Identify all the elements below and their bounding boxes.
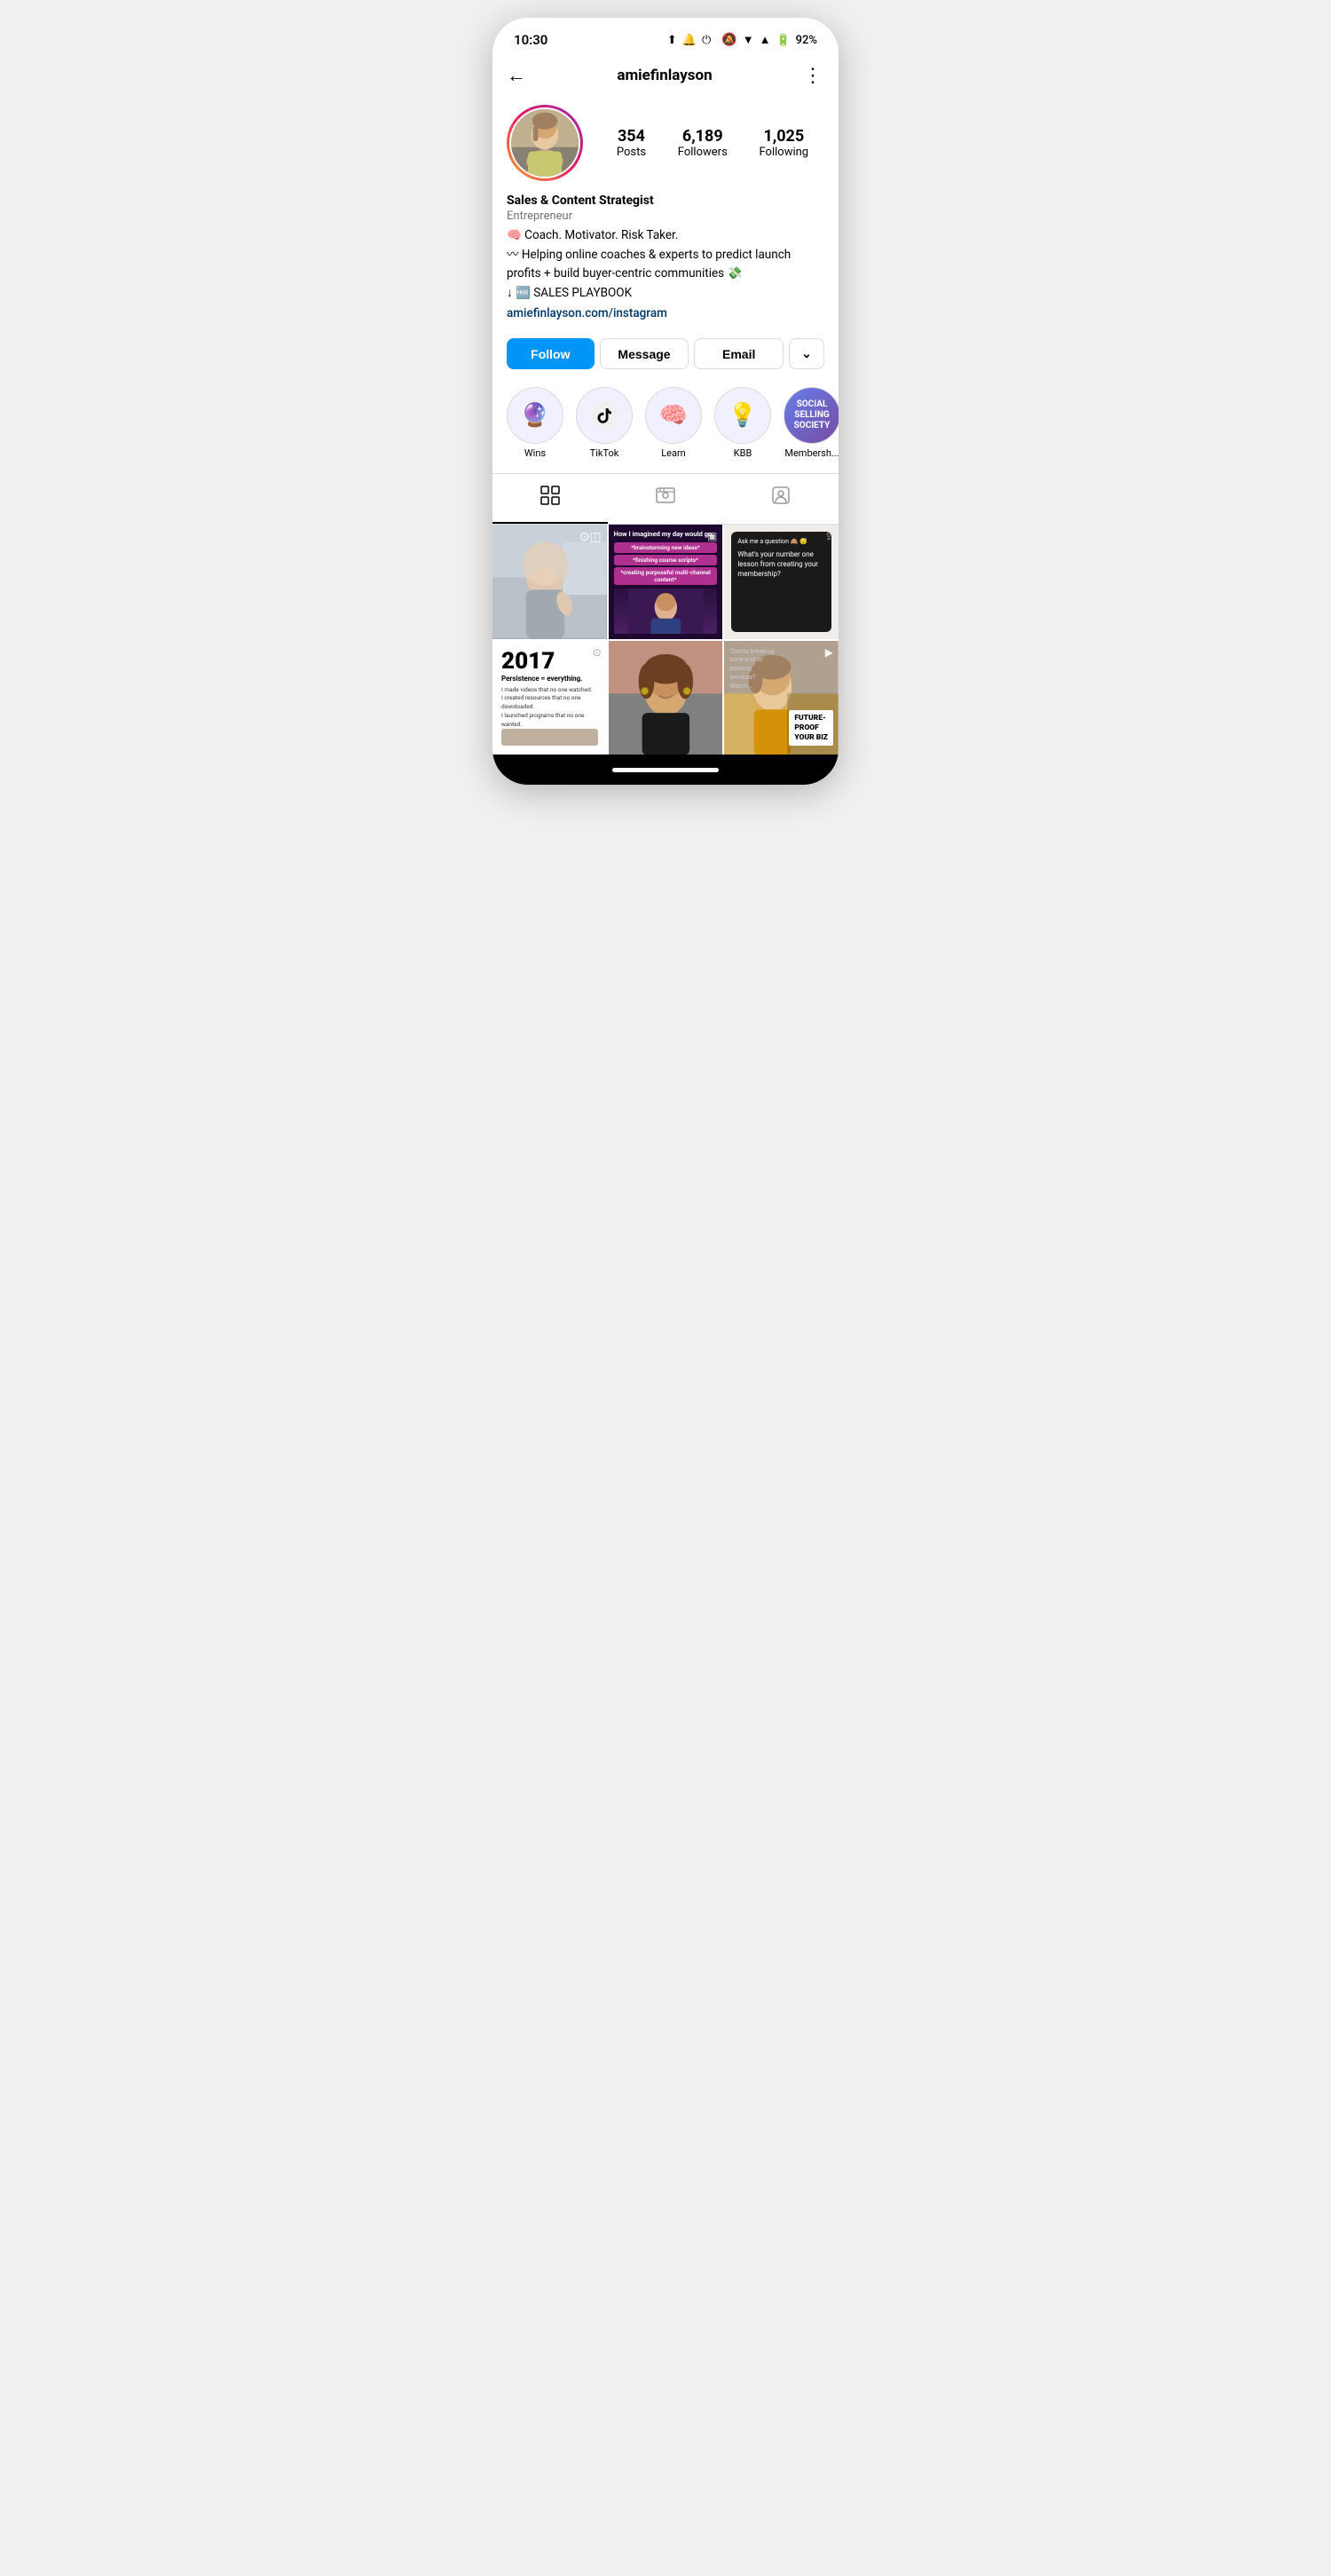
battery-level: 92% <box>796 34 817 47</box>
bio-line1: 🧠 Coach. Motivator. Risk Taker. <box>507 226 824 244</box>
highlight-tiktok-label: TikTok <box>590 447 619 459</box>
status-time: 10:30 <box>514 32 547 48</box>
highlight-learn-circle: 🧠 <box>645 387 702 444</box>
grid-item-5[interactable] <box>609 641 723 755</box>
tab-reels[interactable] <box>608 474 723 524</box>
post6-clients-text: Clients breaking contracts or pausing se… <box>729 648 778 691</box>
bio-line3: ↓ 🆓 SALES PLAYBOOK <box>507 284 824 302</box>
profile-stats: 354 Posts 6,189 Followers 1,025 Followin… <box>601 127 824 159</box>
grid-item-6[interactable]: Clients breaking contracts or pausing se… <box>724 641 839 755</box>
highlight-tiktok[interactable]: TikTok <box>576 387 633 459</box>
reels-icon <box>655 485 676 511</box>
status-bar: 10:30 ⬆ 🔔 ⏻ 🔕 ▼ ▲ 🔋 92% <box>492 18 839 57</box>
bell-icon: 🔔 <box>682 34 697 47</box>
power-icon: ⏻ <box>702 34 711 47</box>
grid-item-4[interactable]: 2017 Persistence = everything. I made vi… <box>492 641 607 755</box>
highlight-kbb[interactable]: 💡 KBB <box>714 387 771 459</box>
highlight-membership[interactable]: SOCIALSELLINGSOCIETY Membersh... <box>784 387 839 459</box>
wifi-icon: ▼ <box>743 33 754 47</box>
post2-icon: ▣ <box>707 530 717 542</box>
avatar-wrapper[interactable] <box>507 105 583 181</box>
post2-pill-3: *creating purposeful multi-channel conte… <box>614 567 718 585</box>
future-proof-text: FUTURE-PROOFYOUR BIZ <box>794 714 828 742</box>
bio-line2: 〰 Helping online coaches & experts to pr… <box>507 246 824 282</box>
highlight-wins-label: Wins <box>524 447 546 459</box>
back-button[interactable]: ← <box>507 64 526 87</box>
action-buttons: Follow Message Email ⌄ <box>492 331 839 380</box>
highlight-tiktok-circle <box>576 387 633 444</box>
dropdown-button[interactable]: ⌄ <box>789 338 824 369</box>
highlight-kbb-label: KBB <box>734 447 752 459</box>
grid-item-3[interactable]: Ask me a question 🙈 😴 What's your number… <box>724 525 839 639</box>
home-bar <box>492 755 839 785</box>
post-grid: ⊙◫ How I imagined my day would go: *brai… <box>492 525 839 755</box>
status-icons: ⬆ 🔔 ⏻ 🔕 ▼ ▲ 🔋 92% <box>667 33 817 47</box>
stat-posts[interactable]: 354 Posts <box>617 127 646 159</box>
highlight-wins-circle: 🔮 <box>507 387 563 444</box>
grid-item-1[interactable]: ⊙◫ <box>492 525 607 639</box>
post2-pill-1: *brainstorming new ideas* <box>614 542 718 553</box>
highlight-membership-label: Membersh... <box>784 447 839 459</box>
more-options-button[interactable]: ⋮ <box>803 65 824 87</box>
highlights-row: 🔮 Wins TikTok 🧠 Learn 💡 KBB SOCIALSELLIN… <box>492 380 839 473</box>
following-count: 1,025 <box>763 127 804 146</box>
highlight-learn-label: Learn <box>661 447 686 459</box>
bio-display-name: Sales & Content Strategist <box>507 194 824 208</box>
post3-share-icon: ⇪ <box>824 530 833 542</box>
post2-title: How I imagined my day would go: <box>614 530 718 538</box>
post4-year: 2017 <box>501 650 598 673</box>
avatar <box>511 109 579 177</box>
home-indicator <box>612 768 719 772</box>
profile-username: amiefinlayson <box>617 67 712 84</box>
following-label: Following <box>760 146 809 159</box>
email-button[interactable]: Email <box>694 338 784 369</box>
post6-video-icon: ▶ <box>825 646 833 659</box>
battery-icon: 🔋 <box>776 34 790 47</box>
highlight-kbb-circle: 💡 <box>714 387 771 444</box>
followers-count: 6,189 <box>682 127 723 146</box>
grid-item-2[interactable]: How I imagined my day would go: *brainst… <box>609 525 723 639</box>
signal-icon: ▲ <box>760 33 771 47</box>
message-button[interactable]: Message <box>600 338 689 369</box>
posts-label: Posts <box>617 146 646 159</box>
post4-body: I made videos that no one watched.I crea… <box>501 686 598 730</box>
bio-section: Sales & Content Strategist Entrepreneur … <box>492 194 839 331</box>
bio-category: Entrepreneur <box>507 209 824 223</box>
post4-icon: ⊙ <box>593 646 602 659</box>
top-nav: ← amiefinlayson ⋮ <box>492 57 839 94</box>
upload-icon: ⬆ <box>667 34 677 47</box>
tab-grid[interactable] <box>492 474 608 524</box>
highlight-membership-circle: SOCIALSELLINGSOCIETY <box>784 387 839 444</box>
profile-section: 354 Posts 6,189 Followers 1,025 Followin… <box>492 94 839 181</box>
post3-ask-question: What's your number one lesson from creat… <box>737 549 825 580</box>
grid-icon <box>539 485 561 511</box>
tab-bar <box>492 473 839 525</box>
avatar-inner <box>509 107 580 178</box>
mute-icon: 🔕 <box>721 33 736 47</box>
tab-tagged[interactable] <box>723 474 839 524</box>
video-camera-icon: ⊙◫ <box>579 530 602 544</box>
post3-ask-label: Ask me a question 🙈 😴 <box>737 538 825 545</box>
future-proof-box: FUTURE-PROOFYOUR BIZ <box>789 710 833 746</box>
highlight-learn[interactable]: 🧠 Learn <box>645 387 702 459</box>
post4-subtitle: Persistence = everything. <box>501 675 598 683</box>
followers-label: Followers <box>678 146 728 159</box>
posts-count: 354 <box>618 127 645 146</box>
follow-button[interactable]: Follow <box>507 338 595 369</box>
profile-header: 354 Posts 6,189 Followers 1,025 Followin… <box>507 105 824 181</box>
tagged-icon <box>770 485 792 511</box>
stat-followers[interactable]: 6,189 Followers <box>678 127 728 159</box>
bio-link[interactable]: amiefinlayson.com/instagram <box>507 306 667 320</box>
post2-pill-2: *finishing course scripts* <box>614 555 718 565</box>
highlight-wins[interactable]: 🔮 Wins <box>507 387 563 459</box>
phone-frame: 10:30 ⬆ 🔔 ⏻ 🔕 ▼ ▲ 🔋 92% ← amiefinlayson … <box>492 18 839 785</box>
stat-following[interactable]: 1,025 Following <box>760 127 809 159</box>
